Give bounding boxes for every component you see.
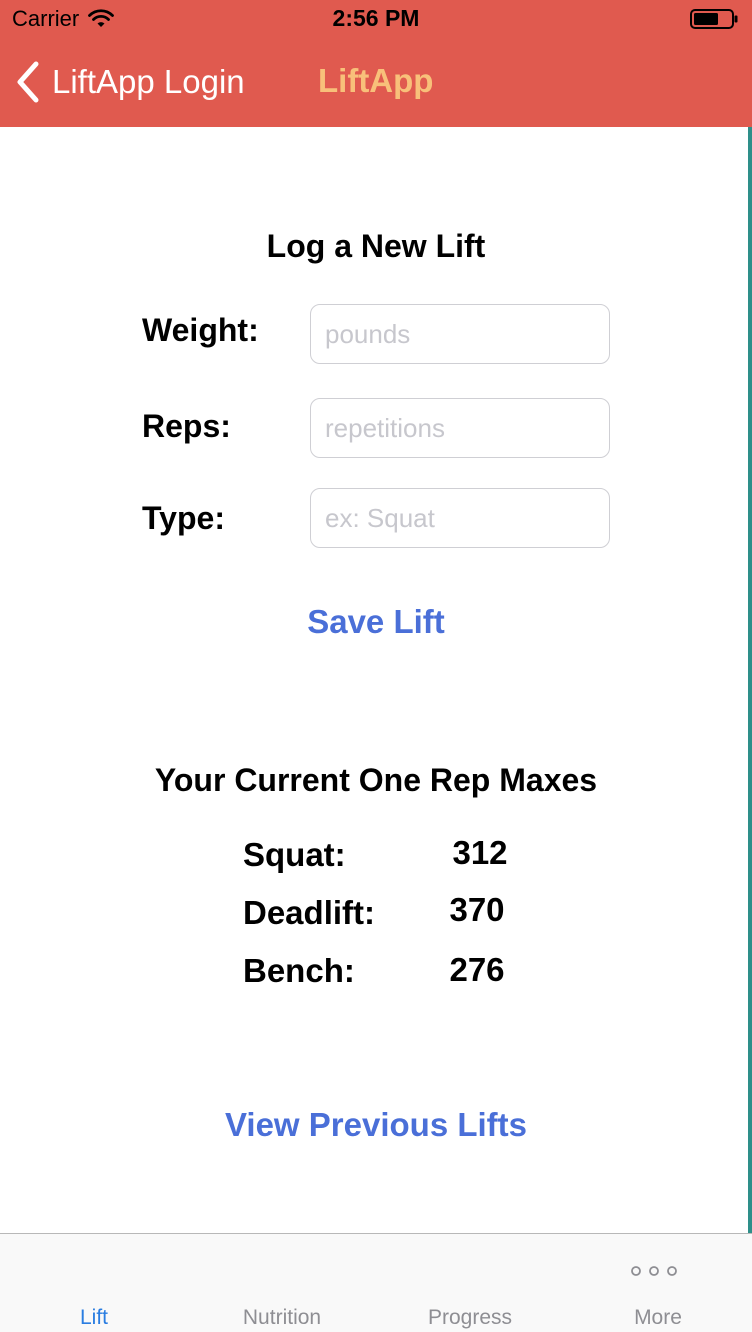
tab-lift-label: Lift: [79, 1306, 108, 1329]
tab-progress-label: Progress: [427, 1306, 513, 1329]
bench-max-value: 276: [449, 951, 505, 988]
screen: Carrier 2:56 PM LiftApp Login LiftApp Lo…: [0, 0, 752, 1332]
save-lift-button[interactable]: Save Lift: [0, 603, 752, 641]
back-button[interactable]: LiftApp Login: [14, 58, 245, 106]
nav-title: LiftApp: [318, 62, 434, 99]
status-time: 2:56 PM: [332, 5, 420, 31]
deadlift-max-value: 370: [449, 891, 505, 928]
reps-input[interactable]: [310, 398, 610, 458]
squat-max-value: 312: [452, 834, 508, 871]
type-label: Type:: [142, 500, 225, 536]
right-edge-divider: [748, 127, 752, 1233]
navigation-bar: Carrier 2:56 PM LiftApp Login LiftApp: [0, 0, 752, 127]
bench-max-label: Bench:: [243, 952, 355, 989]
log-section-title: Log a New Lift: [266, 228, 486, 264]
battery-icon: [690, 9, 738, 29]
deadlift-max-label: Deadlift:: [243, 894, 375, 931]
tab-more-label: More: [634, 1306, 682, 1329]
type-input[interactable]: [310, 488, 610, 548]
tab-lift[interactable]: Lift: [0, 1234, 188, 1332]
tab-nutrition-label: Nutrition: [242, 1306, 322, 1329]
tab-progress[interactable]: Progress: [376, 1234, 564, 1332]
maxes-section-title: Your Current One Rep Maxes: [154, 762, 598, 798]
tab-more[interactable]: More: [564, 1234, 752, 1332]
tab-bar: Lift Nutrition Progress More: [0, 1233, 752, 1332]
squat-max-label: Squat:: [243, 836, 346, 873]
weight-label: Weight:: [142, 312, 259, 348]
back-label: LiftApp Login: [52, 63, 245, 100]
back-chevron-icon: [17, 61, 39, 103]
reps-label: Reps:: [142, 408, 231, 444]
view-previous-lifts-button[interactable]: View Previous Lifts: [0, 1106, 752, 1144]
more-dots-icon: [631, 1266, 677, 1276]
tab-nutrition[interactable]: Nutrition: [188, 1234, 376, 1332]
weight-input[interactable]: [310, 304, 610, 364]
